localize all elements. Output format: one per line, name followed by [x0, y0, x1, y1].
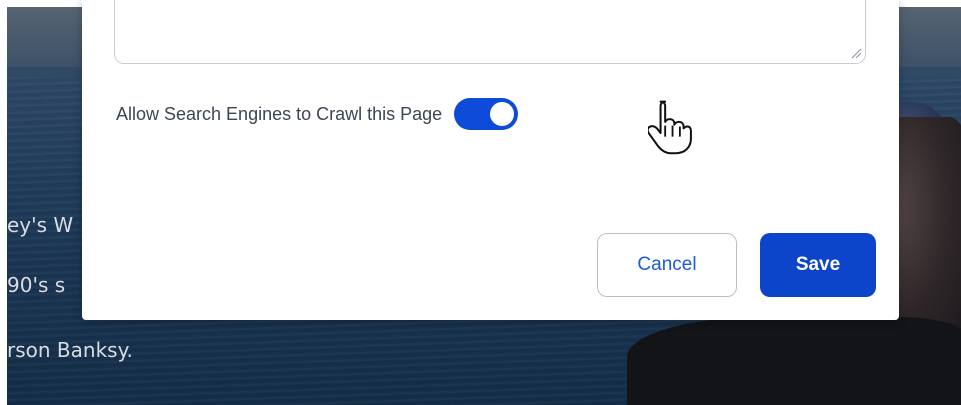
- crawl-setting-label: Allow Search Engines to Crawl this Page: [116, 103, 443, 124]
- background-text-line: ey's W: [7, 213, 74, 237]
- page-settings-modal: Allow Search Engines to Crawl this Page …: [82, 0, 899, 320]
- toggle-knob: [490, 102, 515, 126]
- crawl-toggle[interactable]: [454, 98, 519, 130]
- description-textarea[interactable]: [114, 0, 866, 64]
- hand-pointer-icon: [648, 100, 692, 155]
- background-text-line: 90's s: [7, 273, 66, 297]
- resize-grip-icon[interactable]: [850, 47, 862, 59]
- screenshot: ey's W 90's s rson Banksy. Allow Search …: [0, 0, 961, 405]
- background-text-line: rson Banksy.: [7, 338, 133, 362]
- crawl-setting-row: Allow Search Engines to Crawl this Page: [116, 98, 519, 130]
- cancel-button[interactable]: Cancel: [597, 233, 737, 297]
- save-button[interactable]: Save: [760, 233, 876, 297]
